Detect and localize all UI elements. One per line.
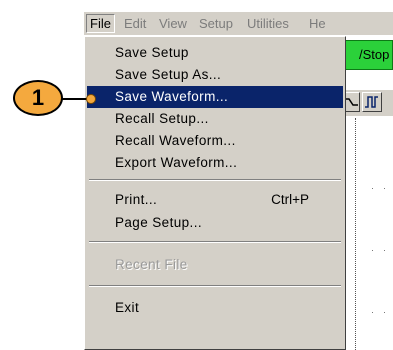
- menu-item-save-setup[interactable]: Save Setup: [87, 42, 343, 64]
- menu-item-save-setup-as[interactable]: Save Setup As...: [87, 64, 343, 86]
- menu-item-page-setup[interactable]: Page Setup...: [87, 212, 343, 234]
- menu-separator: [89, 241, 341, 243]
- menu-item-recent-file: Recent File: [115, 257, 188, 272]
- graticule-dot: [384, 188, 385, 189]
- menu-file[interactable]: File: [86, 14, 115, 33]
- file-menu-dropdown: Save Setup Save Setup As... Save Wavefor…: [84, 36, 346, 350]
- menu-edit[interactable]: Edit: [121, 15, 149, 32]
- menu-bar: File Edit View Setup Utilities He: [84, 12, 393, 36]
- menu-item-export-waveform[interactable]: Export Waveform...: [87, 152, 343, 174]
- callout-pointer-dot: [86, 94, 96, 104]
- callout-number: 1: [13, 80, 63, 116]
- menu-view[interactable]: View: [156, 15, 190, 32]
- menu-setup[interactable]: Setup: [196, 15, 236, 32]
- graticule-dot: [384, 250, 385, 251]
- menu-item-recall-setup[interactable]: Recall Setup...: [87, 108, 343, 130]
- menu-help[interactable]: He: [306, 15, 329, 32]
- menu-item-recall-waveform[interactable]: Recall Waveform...: [87, 130, 343, 152]
- menu-item-save-waveform[interactable]: Save Waveform...: [87, 86, 343, 108]
- run-stop-button[interactable]: /Stop: [340, 40, 393, 70]
- run-stop-label: /Stop: [359, 47, 390, 62]
- graticule-dot: [372, 312, 373, 313]
- graticule-line: [355, 118, 356, 350]
- print-shortcut: Ctrl+P: [271, 192, 309, 207]
- menu-item-print-label: Print...: [115, 192, 158, 207]
- menu-utilities[interactable]: Utilities: [244, 15, 292, 32]
- menu-separator: [89, 179, 341, 181]
- graticule-dot: [384, 312, 385, 313]
- menu-item-exit[interactable]: Exit: [87, 297, 343, 319]
- graticule-dot: [372, 250, 373, 251]
- scope-display: [352, 118, 393, 350]
- toolbar-row: [340, 90, 393, 116]
- pulse-tool-icon[interactable]: [362, 92, 382, 112]
- menu-separator: [89, 285, 341, 287]
- menu-item-print[interactable]: Print... Ctrl+P: [87, 189, 343, 211]
- graticule-dot: [372, 188, 373, 189]
